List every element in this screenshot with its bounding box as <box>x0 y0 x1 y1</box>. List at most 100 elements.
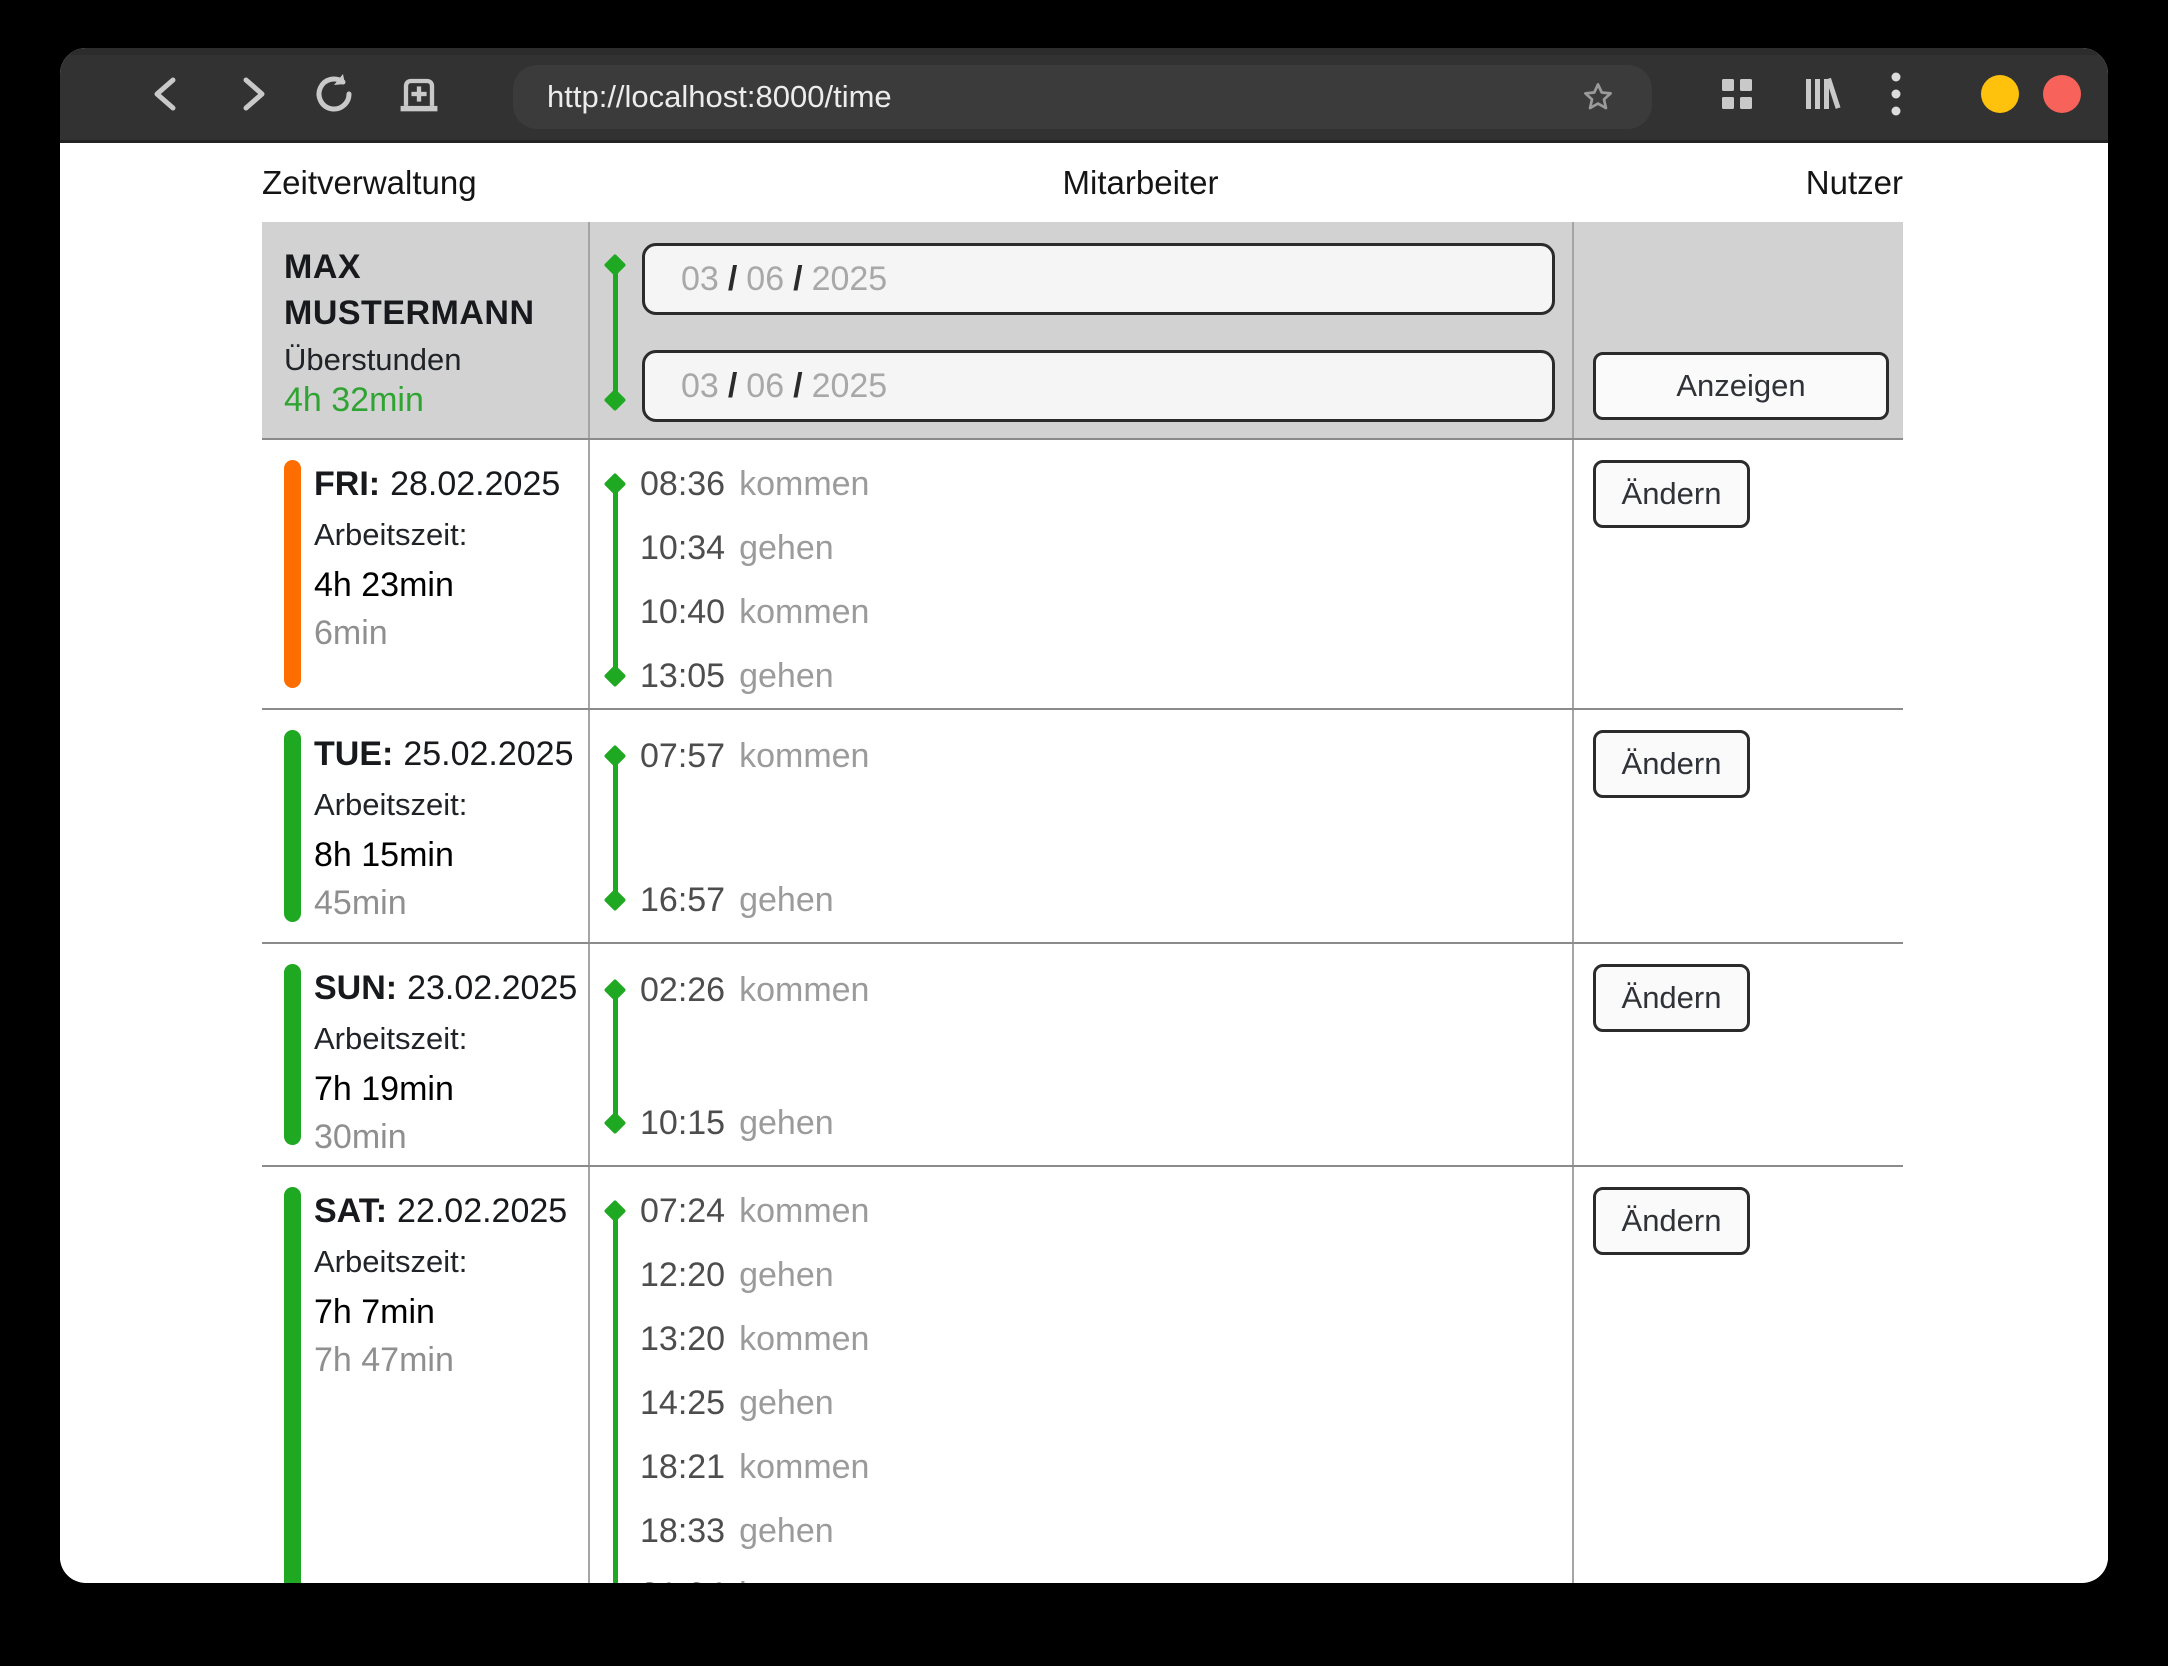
bookmark-star-icon[interactable] <box>1580 79 1616 115</box>
entry-time: 10:34 <box>640 529 725 568</box>
menu-kebab-icon[interactable] <box>1890 71 1902 117</box>
anzeigen-button[interactable]: Anzeigen <box>1593 352 1889 420</box>
day-action-cell: Ändern <box>1574 1167 1903 1583</box>
entry-time: 21:04 <box>640 1576 725 1584</box>
day-title: FRI:28.02.2025 <box>314 464 588 504</box>
time-entry: 07:24 kommen <box>640 1179 1572 1243</box>
tab-overview-icon[interactable] <box>1720 77 1754 111</box>
timeline-line <box>613 990 618 1123</box>
time-entries: 08:36 kommen 10:34 gehen 10:40 kommen 13… <box>590 440 1572 710</box>
entry-type: kommen <box>739 1448 869 1487</box>
forward-icon[interactable] <box>228 70 276 118</box>
back-icon[interactable] <box>143 70 191 118</box>
worktime-label: Arbeitszeit: <box>314 786 588 824</box>
entry-type: kommen <box>739 971 869 1010</box>
day-action-cell: Ändern <box>1574 710 1903 942</box>
entry-time: 10:40 <box>640 593 725 632</box>
entry-time: 12:20 <box>640 1256 725 1295</box>
time-entry: 13:05 gehen <box>640 644 1572 708</box>
timeline-line <box>613 484 618 676</box>
entry-type: kommen <box>739 1320 869 1359</box>
minimize-button[interactable] <box>1981 75 2019 113</box>
entry-type: kommen <box>739 1192 869 1231</box>
time-entry: 13:20 kommen <box>640 1307 1572 1371</box>
day-rows: FRI:28.02.2025 Arbeitszeit: 4h 23min 6mi… <box>262 440 1903 1583</box>
day-summary-cell: FRI:28.02.2025 Arbeitszeit: 4h 23min 6mi… <box>262 440 590 708</box>
aendern-button[interactable]: Ändern <box>1593 730 1750 798</box>
day-summary-cell: SAT:22.02.2025 Arbeitszeit: 7h 7min 7h 4… <box>262 1167 590 1583</box>
entry-time: 14:25 <box>640 1384 725 1423</box>
day-title: TUE:25.02.2025 <box>314 734 588 774</box>
worktime-value: 7h 19min <box>314 1066 588 1112</box>
date-filter-cell: 03/06/2025 03/06/2025 <box>590 222 1574 438</box>
day-row: TUE:25.02.2025 Arbeitszeit: 8h 15min 45m… <box>262 710 1903 944</box>
worktime-value: 7h 7min <box>314 1289 588 1335</box>
time-entry: 12:20 gehen <box>640 1243 1572 1307</box>
timeline-line <box>613 756 618 900</box>
entry-type: gehen <box>739 1384 834 1423</box>
nav-zeitverwaltung[interactable]: Zeitverwaltung <box>262 164 477 202</box>
day-row: SUN:23.02.2025 Arbeitszeit: 7h 19min 30m… <box>262 944 1903 1167</box>
time-entry: 10:34 gehen <box>640 516 1572 580</box>
browser-window: http://localhost:8000/time Zeitverwaltun… <box>60 48 2108 1583</box>
nav-nutzer[interactable]: Nutzer <box>1806 164 1903 202</box>
time-entry: 16:57 gehen <box>640 868 1572 932</box>
filter-action-cell: Anzeigen <box>1574 222 1903 438</box>
time-entry: 14:25 gehen <box>640 1371 1572 1435</box>
entry-time: 07:57 <box>640 737 725 776</box>
entry-type: kommen <box>739 465 869 504</box>
time-entries-cell: 08:36 kommen 10:34 gehen 10:40 kommen 13… <box>590 440 1574 708</box>
url-bar[interactable]: http://localhost:8000/time <box>513 65 1652 129</box>
time-entry: 08:36 kommen <box>640 452 1572 516</box>
worktime-label: Arbeitszeit: <box>314 1020 588 1058</box>
url-text[interactable]: http://localhost:8000/time <box>547 79 1580 115</box>
top-nav: Zeitverwaltung Mitarbeiter Nutzer <box>262 143 1903 222</box>
entry-time: 02:26 <box>640 971 725 1010</box>
aendern-button[interactable]: Ändern <box>1593 964 1750 1032</box>
time-entry: 18:33 gehen <box>640 1499 1572 1563</box>
reload-icon[interactable] <box>310 70 358 118</box>
close-button[interactable] <box>2043 75 2081 113</box>
overtime-value: 4h 32min <box>284 379 588 421</box>
day-summary-cell: SUN:23.02.2025 Arbeitszeit: 7h 19min 30m… <box>262 944 590 1165</box>
time-entries: 07:57 kommen 16:57 gehen <box>590 710 1572 942</box>
day-title: SUN:23.02.2025 <box>314 968 588 1008</box>
day-action-cell: Ändern <box>1574 440 1903 708</box>
pause-value: 6min <box>314 610 588 656</box>
date-from-input[interactable]: 03/06/2025 <box>642 243 1555 315</box>
day-row: FRI:28.02.2025 Arbeitszeit: 4h 23min 6mi… <box>262 440 1903 710</box>
entry-time: 08:36 <box>640 465 725 504</box>
date-to-input[interactable]: 03/06/2025 <box>642 350 1555 422</box>
time-entries: 07:24 kommen 12:20 gehen 13:20 kommen 14… <box>590 1167 1572 1583</box>
entry-time: 13:20 <box>640 1320 725 1359</box>
entry-type: kommen <box>739 737 869 776</box>
nav-mitarbeiter[interactable]: Mitarbeiter <box>1063 164 1219 202</box>
day-row: SAT:22.02.2025 Arbeitszeit: 7h 7min 7h 4… <box>262 1167 1903 1583</box>
entry-time: 13:05 <box>640 657 725 696</box>
timeline-line <box>613 265 618 400</box>
time-entry: 02:26 kommen <box>640 958 1572 1022</box>
library-icon[interactable] <box>1800 74 1844 114</box>
time-entry: 07:57 kommen <box>640 724 1572 788</box>
entry-type: gehen <box>739 1512 834 1551</box>
employee-last-name: MUSTERMANN <box>284 290 588 336</box>
new-tab-icon[interactable] <box>393 68 445 120</box>
overtime-label: Überstunden <box>284 341 588 379</box>
aendern-button[interactable]: Ändern <box>1593 1187 1750 1255</box>
entry-type: gehen <box>739 881 834 920</box>
day-summary-cell: TUE:25.02.2025 Arbeitszeit: 8h 15min 45m… <box>262 710 590 942</box>
time-entry: 18:21 kommen <box>640 1435 1572 1499</box>
employee-summary: MAX MUSTERMANN Überstunden 4h 32min <box>262 222 590 438</box>
entry-type: kommen <box>739 1576 869 1584</box>
entry-type: gehen <box>739 1256 834 1295</box>
day-accent-bar <box>284 1187 301 1583</box>
time-entry: 21:04 kommen <box>640 1563 1572 1583</box>
aendern-button[interactable]: Ändern <box>1593 460 1750 528</box>
timeline-diamond-bottom <box>604 389 627 412</box>
browser-toolbar: http://localhost:8000/time <box>60 48 2108 143</box>
time-entries: 02:26 kommen 10:15 gehen <box>590 944 1572 1165</box>
time-entries-cell: 02:26 kommen 10:15 gehen <box>590 944 1574 1165</box>
employee-first-name: MAX <box>284 244 588 290</box>
entry-type: gehen <box>739 657 834 696</box>
table-header-row: MAX MUSTERMANN Überstunden 4h 32min 03/0… <box>262 222 1903 440</box>
